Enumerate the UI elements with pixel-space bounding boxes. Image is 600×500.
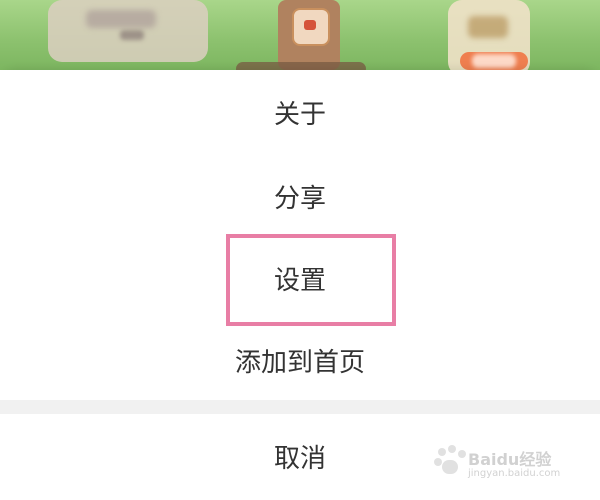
menu-item-about[interactable]: 关于 [0,70,600,154]
menu-item-label: 关于 [273,99,326,130]
watermark-url: jingyan.baidu.com [468,468,561,479]
menu-item-label: 添加到首页 [234,347,365,378]
section-gap [0,400,600,414]
gift-box-icon [292,8,330,46]
cancel-label: 取消 [273,443,326,474]
action-sheet: 关于 分享 设置 添加到首页 取消 [0,70,600,500]
scene-claim-button [460,52,528,70]
watermark-brand: Baidu经验 [468,450,552,469]
blurred-small-text [120,30,144,40]
menu-item-label: 分享 [273,183,326,214]
menu-item-share[interactable]: 分享 [0,154,600,238]
paw-icon [432,444,466,478]
blurred-text [86,10,156,28]
settings-highlight-box [226,234,396,326]
watermark: Baidu经验 jingyan.baidu.com [432,442,582,486]
menu-item-add-to-home[interactable]: 添加到首页 [0,318,600,402]
